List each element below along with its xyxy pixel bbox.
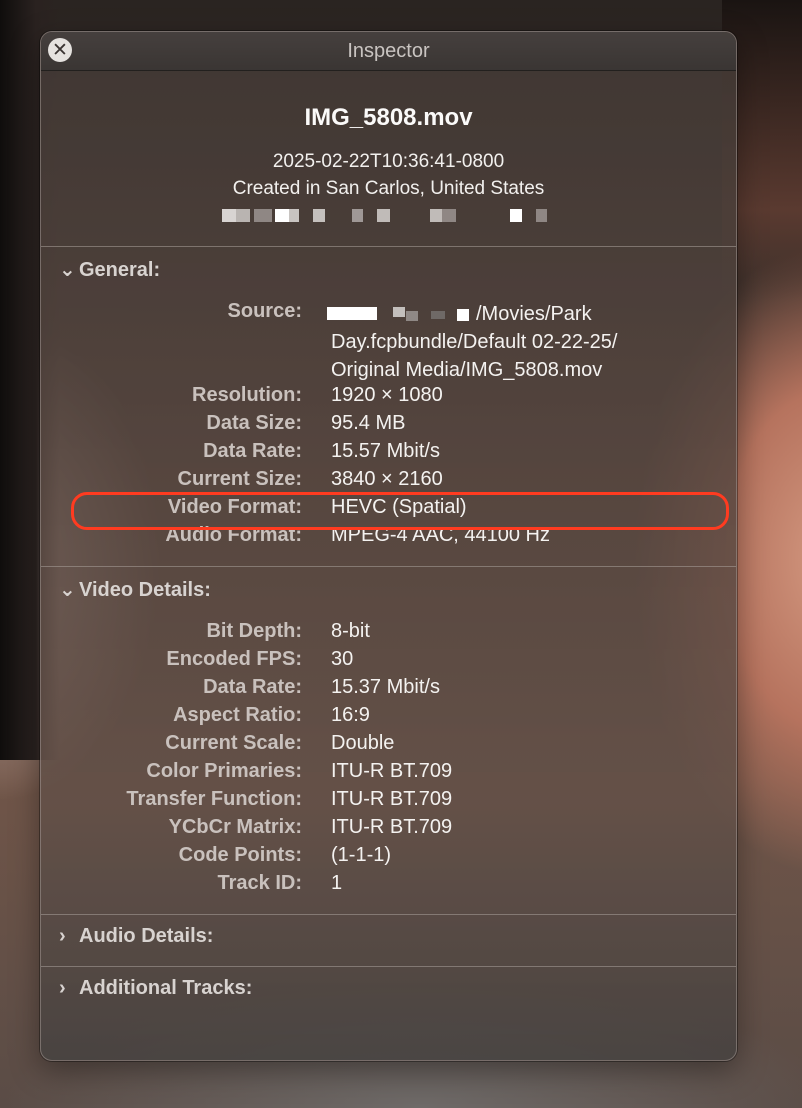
- field-label: Source:: [227, 300, 302, 322]
- field-data-rate: Data Rate: 15.37 Mbit/s: [41, 676, 736, 704]
- field-encoded-fps: Encoded FPS: 30: [41, 648, 736, 676]
- field-value[interactable]: ITU-R BT.709: [331, 760, 452, 783]
- field-label: Data Rate:: [203, 440, 302, 462]
- field-value[interactable]: 8-bit: [331, 620, 370, 643]
- chevron-down-icon[interactable]: ⌄: [59, 577, 79, 602]
- field-label: YCbCr Matrix:: [168, 816, 302, 838]
- title-bar[interactable]: ✕ Inspector: [41, 32, 736, 71]
- field-transfer-function: Transfer Function: ITU-R BT.709: [41, 788, 736, 816]
- field-data-size: Data Size: 95.4 MB: [41, 412, 736, 440]
- redacted-text: [222, 209, 552, 223]
- field-value[interactable]: 95.4 MB: [331, 412, 405, 435]
- file-name: IMG_5808.mov: [304, 104, 473, 131]
- chevron-right-icon[interactable]: ›: [59, 925, 79, 948]
- separator: [41, 246, 736, 247]
- section-additional-tracks-header[interactable]: › Additional Tracks:: [59, 977, 252, 1000]
- field-track-id: Track ID: 1: [41, 872, 736, 900]
- field-aspect-ratio: Aspect Ratio: 16:9: [41, 704, 736, 732]
- field-label: Data Size:: [206, 412, 302, 434]
- field-value[interactable]: Double: [331, 732, 394, 755]
- field-value[interactable]: 15.57 Mbit/s: [331, 440, 440, 463]
- field-current-scale: Current Scale: Double: [41, 732, 736, 760]
- field-label: Transfer Function:: [126, 788, 302, 810]
- field-label: Track ID:: [217, 872, 302, 894]
- field-bit-depth: Bit Depth: 8-bit: [41, 620, 736, 648]
- field-label: Resolution:: [192, 384, 302, 406]
- field-value[interactable]: 1: [331, 872, 342, 895]
- field-color-primaries: Color Primaries: ITU-R BT.709: [41, 760, 736, 788]
- field-value[interactable]: (1-1-1): [331, 844, 391, 867]
- field-ycbcr-matrix: YCbCr Matrix: ITU-R BT.709: [41, 816, 736, 844]
- annotation-highlight-oval: [71, 492, 729, 530]
- source-path-line: Day.fcpbundle/Default 02-22-25/: [331, 331, 618, 353]
- section-video-details-header[interactable]: ⌄ Video Details:: [59, 577, 211, 602]
- field-value[interactable]: 15.37 Mbit/s: [331, 676, 440, 699]
- field-value[interactable]: 30: [331, 648, 353, 671]
- field-label: Current Size:: [177, 468, 302, 490]
- field-data-rate: Data Rate: 15.57 Mbit/s: [41, 440, 736, 468]
- source-path-line: Original Media/IMG_5808.mov: [331, 359, 603, 381]
- field-value[interactable]: 16:9: [331, 704, 370, 727]
- field-label: Bit Depth:: [206, 620, 302, 642]
- field-resolution: Resolution: 1920 × 1080: [41, 384, 736, 412]
- field-label: Data Rate:: [203, 676, 302, 698]
- inspector-window: ✕ Inspector IMG_5808.mov 2025-02-22T10:3…: [40, 31, 737, 1061]
- file-timestamp: 2025-02-22T10:36:41-0800: [272, 151, 505, 172]
- field-value[interactable]: ITU-R BT.709: [331, 816, 452, 839]
- field-label: Encoded FPS:: [166, 648, 302, 670]
- redacted-path: [327, 303, 476, 323]
- source-path-line: /Movies/Park: [476, 303, 592, 325]
- file-location: Created in San Carlos, United States: [232, 178, 545, 199]
- separator: [41, 914, 736, 915]
- chevron-down-icon[interactable]: ⌄: [59, 257, 79, 282]
- section-audio-details-header[interactable]: › Audio Details:: [59, 925, 213, 948]
- field-label: Color Primaries:: [146, 760, 302, 782]
- separator: [41, 566, 736, 567]
- window-title: Inspector: [347, 40, 430, 62]
- section-general-header[interactable]: ⌄ General:: [59, 257, 160, 282]
- field-label: Current Scale:: [165, 732, 302, 754]
- field-value[interactable]: 1920 × 1080: [331, 384, 443, 407]
- source-path[interactable]: /Movies/Park Day.fcpbundle/Default 02-22…: [327, 300, 711, 384]
- field-label: Code Points:: [178, 844, 302, 866]
- field-code-points: Code Points: (1-1-1): [41, 844, 736, 872]
- field-label: Aspect Ratio:: [173, 704, 302, 726]
- field-value[interactable]: 3840 × 2160: [331, 468, 443, 491]
- chevron-right-icon[interactable]: ›: [59, 977, 79, 1000]
- field-value[interactable]: ITU-R BT.709: [331, 788, 452, 811]
- separator: [41, 966, 736, 967]
